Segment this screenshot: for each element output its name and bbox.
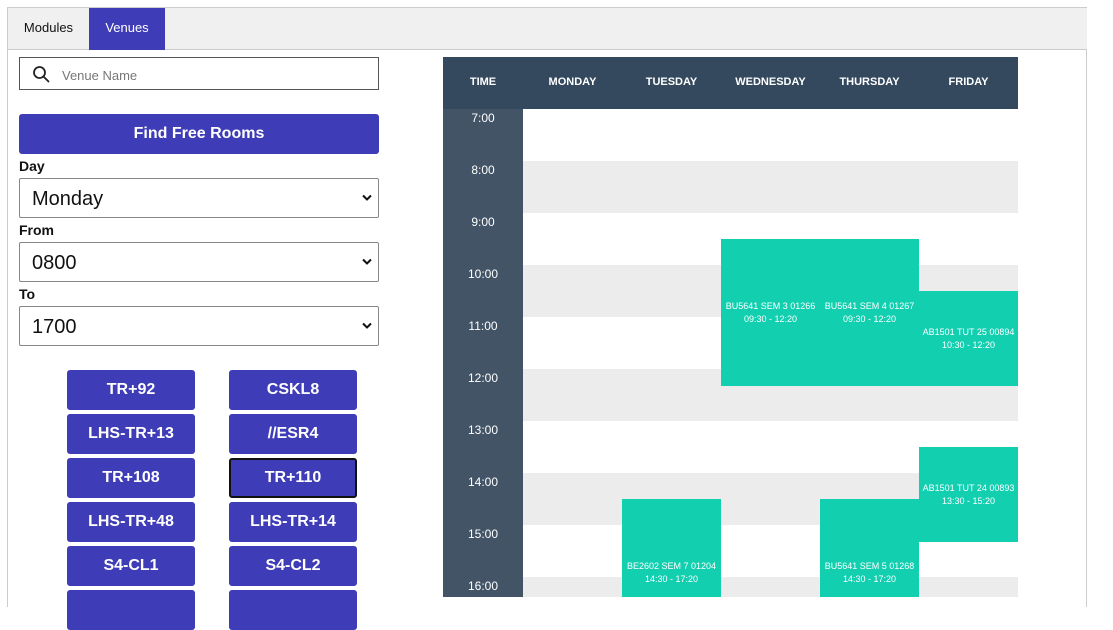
time-label: 14:00: [467, 475, 499, 489]
venue-button-selected[interactable]: TR+110: [229, 458, 357, 498]
venue-button[interactable]: S4-CL1: [67, 546, 195, 586]
class-event[interactable]: BU5641 SEM 5 01268 14:30 - 17:20: [820, 499, 919, 597]
time-label: 7:00: [471, 111, 495, 125]
event-title: BE2602 SEM 7 01204: [626, 560, 717, 571]
event-title: AB1501 TUT 24 00893: [922, 482, 1015, 493]
venue-button[interactable]: S4-CL2: [229, 546, 357, 586]
time-row: [523, 109, 1018, 161]
day-label: Day: [19, 158, 45, 174]
time-label: 9:00: [471, 215, 495, 229]
venue-search-input[interactable]: [60, 63, 364, 87]
timetable: TIME MONDAY TUESDAY WEDNESDAY THURSDAY F…: [443, 57, 1018, 597]
timetable-header: TIME MONDAY TUESDAY WEDNESDAY THURSDAY F…: [443, 57, 1018, 109]
header-friday: FRIDAY: [948, 76, 989, 88]
time-label: 13:00: [467, 423, 499, 437]
event-time: 09:30 - 12:20: [842, 313, 897, 324]
search-icon: [33, 66, 50, 83]
chevron-down-icon: [362, 322, 372, 329]
event-title: AB1501 TUT 25 00894: [922, 326, 1015, 337]
event-time: 09:30 - 12:20: [743, 313, 798, 324]
header-tuesday: TUESDAY: [645, 76, 698, 88]
time-row: [523, 161, 1018, 213]
time-row: [523, 577, 1018, 597]
from-label: From: [19, 222, 54, 238]
header-time: TIME: [469, 76, 497, 88]
venue-button[interactable]: LHS-TR+13: [67, 414, 195, 454]
day-select-value: Monday: [32, 188, 104, 210]
day-select[interactable]: Monday: [19, 178, 379, 218]
event-title: BU5641 SEM 5 01268: [824, 560, 915, 571]
find-free-rooms-button[interactable]: Find Free Rooms: [19, 114, 379, 154]
header-wednesday: WEDNESDAY: [735, 76, 806, 88]
time-label: 11:00: [468, 319, 498, 333]
time-label: 10:00: [467, 267, 499, 281]
event-time: 14:30 - 17:20: [644, 573, 699, 584]
chevron-down-icon: [362, 194, 372, 201]
to-select-value: 1700: [32, 316, 77, 338]
class-event[interactable]: BU5641 SEM 4 01267 09:30 - 12:20: [820, 239, 919, 386]
venue-button[interactable]: [229, 590, 357, 630]
event-title: BU5641 SEM 4 01267: [824, 300, 915, 311]
to-select[interactable]: 1700: [19, 306, 379, 346]
tab-venues[interactable]: Venues: [89, 8, 165, 50]
to-label: To: [19, 286, 36, 302]
class-event[interactable]: BE2602 SEM 7 01204 14:30 - 17:20: [622, 499, 721, 597]
from-select-value: 0800: [32, 252, 77, 274]
event-time: 10:30 - 12:20: [941, 339, 996, 350]
event-time: 13:30 - 15:20: [941, 495, 996, 506]
header-thursday: THURSDAY: [839, 76, 900, 88]
time-column: [443, 109, 523, 597]
time-label: 15:00: [467, 527, 499, 541]
venue-button[interactable]: //ESR4: [229, 414, 357, 454]
venue-button[interactable]: LHS-TR+14: [229, 502, 357, 542]
venue-button[interactable]: TR+108: [67, 458, 195, 498]
venue-search-box[interactable]: [19, 57, 379, 90]
class-event[interactable]: AB1501 TUT 25 00894 10:30 - 12:20: [919, 291, 1018, 386]
time-label: 8:00: [471, 163, 495, 177]
chevron-down-icon: [362, 258, 372, 265]
venue-button[interactable]: TR+92: [67, 370, 195, 410]
time-label: 16:00: [467, 579, 499, 593]
tab-modules[interactable]: Modules: [8, 8, 89, 50]
time-label: 12:00: [467, 371, 499, 385]
event-time: 14:30 - 17:20: [842, 573, 897, 584]
venue-button[interactable]: LHS-TR+48: [67, 502, 195, 542]
class-event[interactable]: AB1501 TUT 24 00893 13:30 - 15:20: [919, 447, 1018, 542]
event-title: BU5641 SEM 3 01266: [725, 300, 816, 311]
class-event[interactable]: BU5641 SEM 3 01266 09:30 - 12:20: [721, 239, 820, 386]
tab-bar: Modules Venues: [8, 8, 1087, 50]
venue-button[interactable]: CSKL8: [229, 370, 357, 410]
header-monday: MONDAY: [548, 76, 597, 88]
venue-button[interactable]: [67, 590, 195, 630]
from-select[interactable]: 0800: [19, 242, 379, 282]
